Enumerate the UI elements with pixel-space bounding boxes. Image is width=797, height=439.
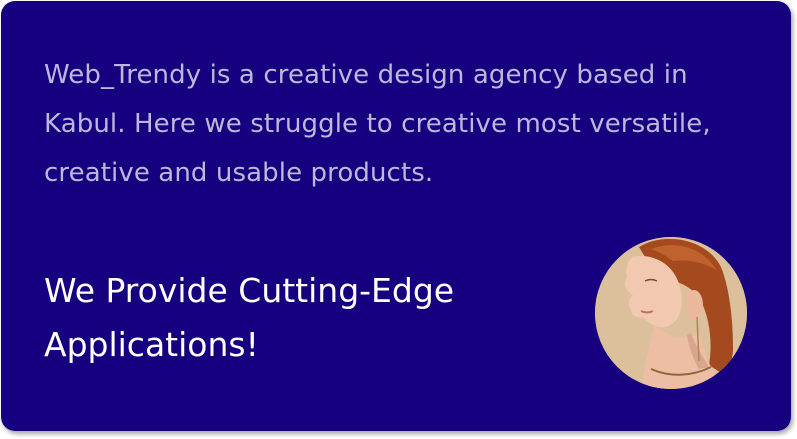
headline: We Provide Cutting-Edge Applications! [44,271,455,364]
hero-card: Web_Trendy is a creative design agency b… [1,1,791,431]
avatar [595,237,747,389]
portrait-image [595,237,747,389]
intro-text: Web_Trendy is a creative design agency b… [44,60,711,188]
